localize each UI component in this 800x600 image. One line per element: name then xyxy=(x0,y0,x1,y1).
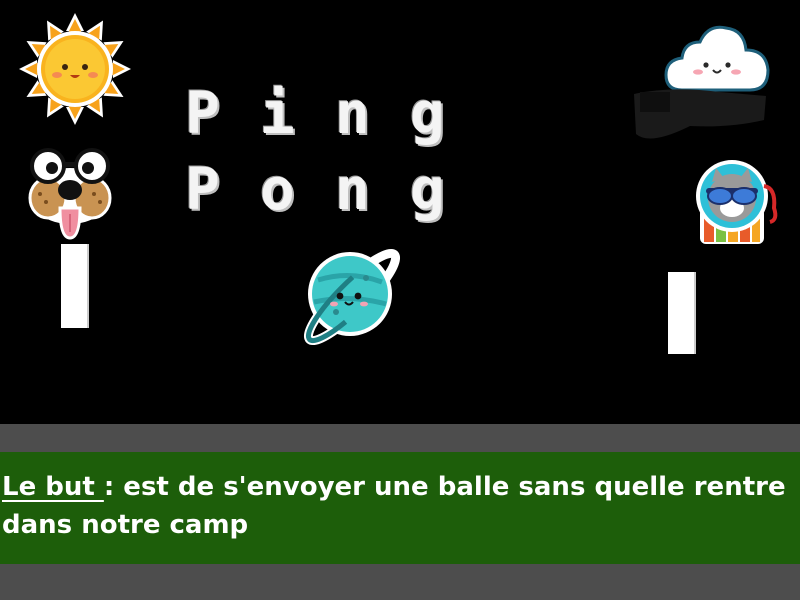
shadow-blob xyxy=(634,89,766,139)
game-title-line1: Ping xyxy=(185,79,485,147)
game-title-line2: Pong xyxy=(185,155,485,223)
instruction-body: : est de s'envoyer une balle sans quelle… xyxy=(2,472,786,540)
instruction-text: Le but : est de s'envoyer une balle sans… xyxy=(2,468,798,544)
right-paddle[interactable] xyxy=(668,272,696,354)
left-paddle[interactable] xyxy=(61,244,89,328)
cloud-sprite xyxy=(664,25,770,92)
sun-sprite xyxy=(19,13,131,125)
separator-bar-bottom xyxy=(0,564,800,600)
cat-sprite xyxy=(696,160,778,244)
planet-ball-sprite[interactable] xyxy=(296,240,408,354)
separator-bar-top xyxy=(0,424,800,452)
dog-sprite xyxy=(28,148,112,240)
game-stage[interactable]: Ping Pong xyxy=(0,0,800,424)
instruction-label: Le but xyxy=(2,472,104,502)
